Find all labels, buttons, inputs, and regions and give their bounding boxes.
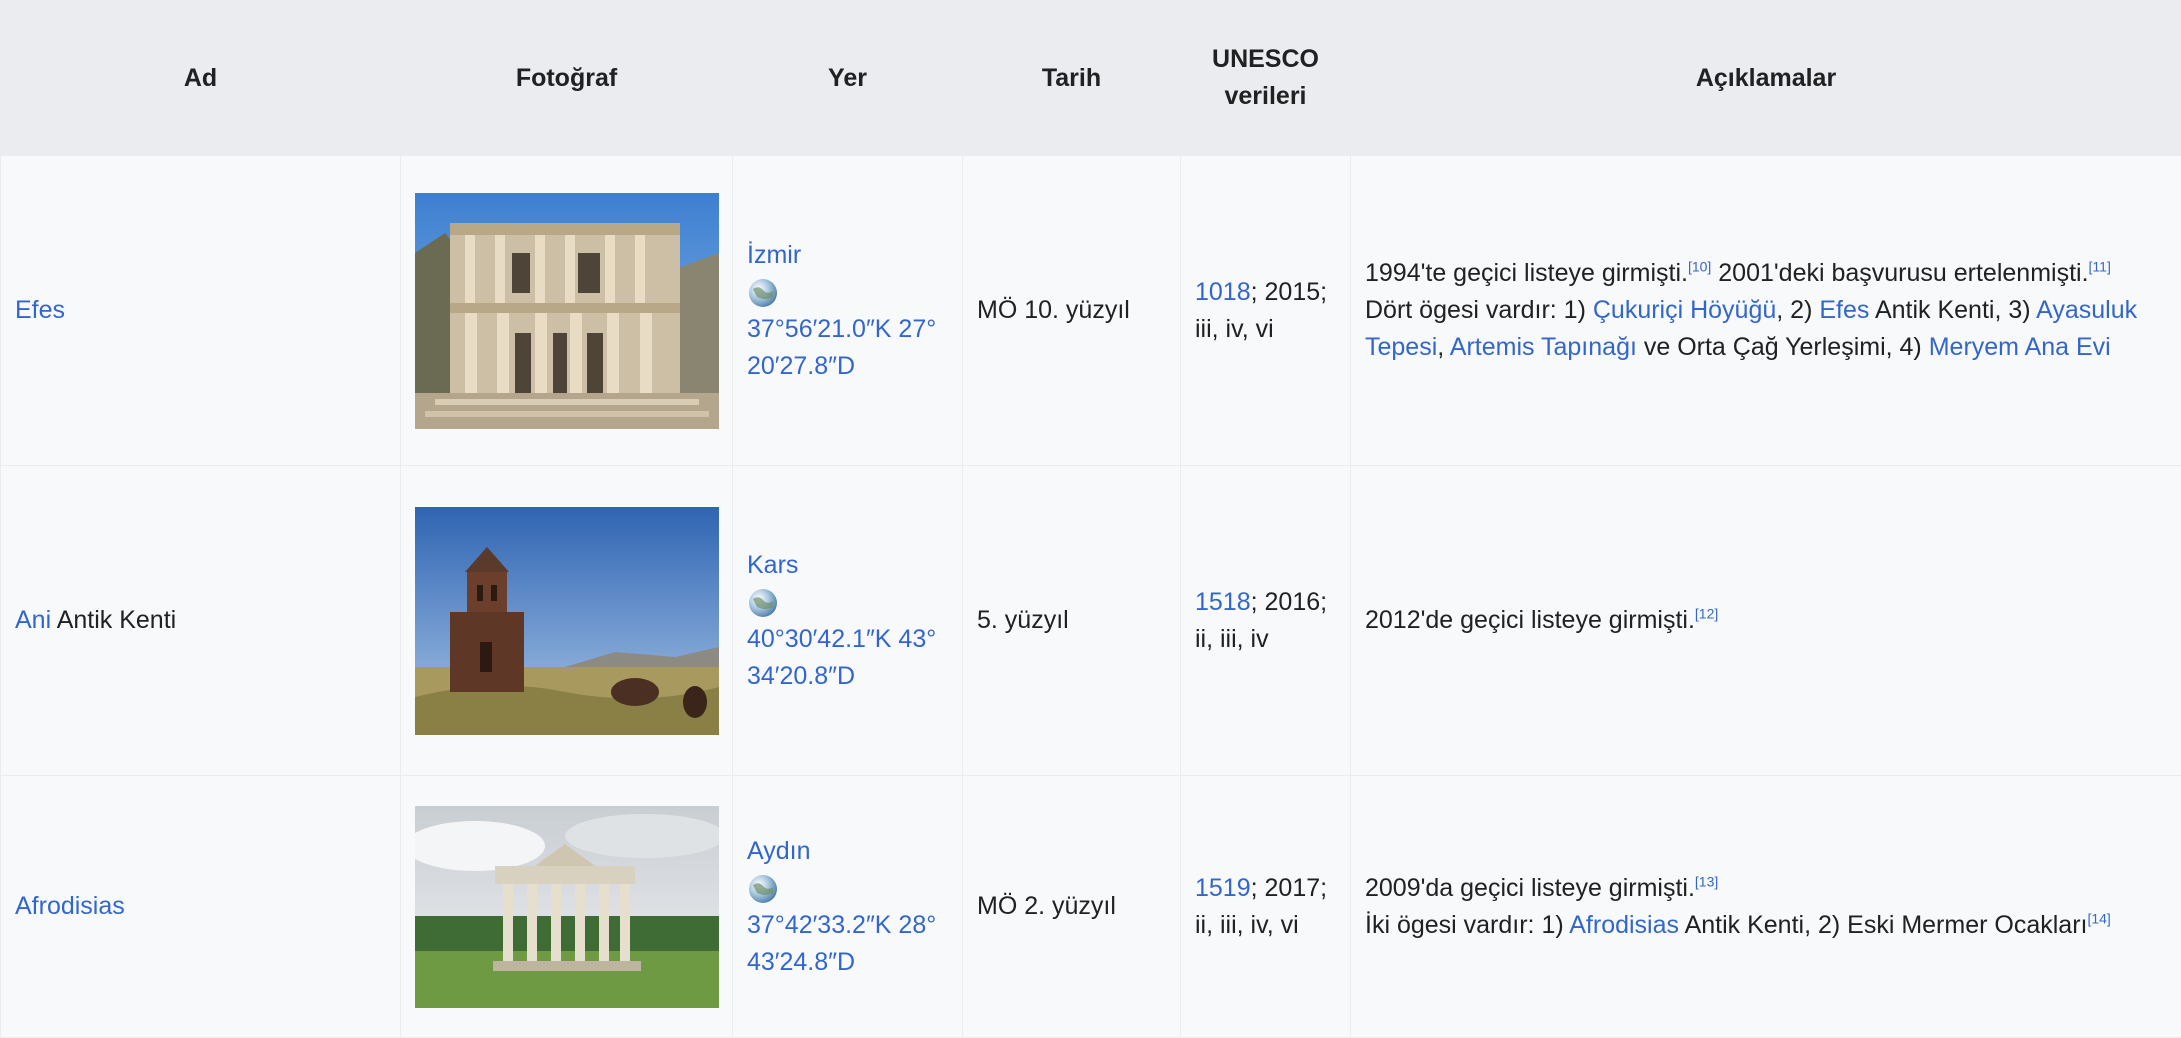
desc-link[interactable]: Artemis Tapınağı (1450, 333, 1637, 361)
desc-text: , 2) (1776, 296, 1819, 324)
header-unesco[interactable]: UNESCO verileri (1181, 1, 1351, 156)
unesco-id-link[interactable]: 1518 (1195, 588, 1251, 616)
reference-link[interactable]: [12] (1695, 606, 1718, 622)
desc-text: İki ögesi vardır: 1) (1365, 911, 1569, 939)
location-cell: Kars 40°30′42.1″K 43° 34′20.8″D (733, 466, 963, 776)
unesco-year: ; 2017; (1251, 874, 1327, 902)
desc-text: Antik Kenti, 2) Eski Mermer Ocakları (1679, 911, 2087, 939)
header-ad[interactable]: Ad (1, 1, 401, 156)
header-tarih[interactable]: Tarih (963, 1, 1181, 156)
name-link[interactable]: Efes (15, 296, 65, 324)
reference-link[interactable]: [14] (2087, 910, 2110, 926)
unesco-cell: 1519; 2017; ii, iii, iv, vi (1181, 776, 1351, 1038)
header-yer[interactable]: Yer (733, 1, 963, 156)
location-link[interactable]: Aydın (747, 837, 810, 865)
name-cell: Ani Antik Kenti (1, 466, 401, 776)
coordinates-line2: 43′24.8″D (747, 948, 855, 976)
name-rest: Antik Kenti (51, 606, 176, 634)
unesco-id-link[interactable]: 1519 (1195, 874, 1251, 902)
unesco-criteria: ii, iii, iv, vi (1195, 911, 1299, 939)
tetrapylon-photo[interactable] (415, 806, 719, 1008)
date-cell: MÖ 2. yüzyıl (963, 776, 1181, 1038)
desc-link[interactable]: Afrodisias (1569, 911, 1679, 939)
coordinates-line1: 40°30′42.1″K 43° (747, 625, 936, 653)
reference-link[interactable]: [10] (1688, 259, 1711, 275)
header-fotograf[interactable]: Fotoğraf (401, 1, 733, 156)
coordinates-line1: 37°42′33.2″K 28° (747, 911, 936, 939)
name-link[interactable]: Ani (15, 606, 51, 634)
coordinates-link[interactable]: 37°42′33.2″K 28° 43′24.8″D (747, 911, 936, 976)
location-cell: İzmir 37°56′21.0″K 27° 20′27.8″D (733, 156, 963, 466)
desc-text: 2009'da geçici listeye girmişti. (1365, 874, 1695, 902)
coordinates-line1: 37°56′21.0″K 27° (747, 315, 936, 343)
coordinates-link[interactable]: 40°30′42.1″K 43° 34′20.8″D (747, 625, 936, 690)
reference-link[interactable]: [13] (1695, 873, 1718, 889)
unesco-cell: 1018; 2015; iii, iv, vi (1181, 156, 1351, 466)
header-aciklamalar[interactable]: Açıklamalar (1351, 1, 2181, 156)
unesco-id-link[interactable]: 1018 (1195, 278, 1251, 306)
unesco-year: ; 2016; (1251, 588, 1327, 616)
table-row: Efes (1, 156, 2181, 466)
name-link[interactable]: Afrodisias (15, 892, 125, 920)
unesco-criteria: iii, iv, vi (1195, 315, 1274, 343)
unesco-cell: 1518; 2016; ii, iii, iv (1181, 466, 1351, 776)
photo-cell (401, 156, 733, 466)
globe-icon[interactable] (747, 873, 779, 905)
location-link[interactable]: Kars (747, 551, 798, 579)
desc-link[interactable]: Çukuriçi Höyüğü (1593, 296, 1776, 324)
desc-link[interactable]: Meryem Ana Evi (1929, 333, 2111, 361)
heritage-table: Ad Fotoğraf Yer Tarih UNESCO verileri Açı… (0, 0, 2181, 1038)
desc-text: , (1437, 333, 1450, 361)
desc-text: ve Orta Çağ Yerleşimi, 4) (1637, 333, 1929, 361)
location-cell: Aydın 37°42′33.2″K 28° 43′24.8″D (733, 776, 963, 1038)
photo-cell (401, 466, 733, 776)
desc-text: 2012'de geçici listeye girmişti. (1365, 606, 1695, 634)
coordinates-line2: 20′27.8″D (747, 352, 855, 380)
name-cell: Efes (1, 156, 401, 466)
desc-link[interactable]: Efes (1819, 296, 1869, 324)
desc-text: 1994'te geçici listeye girmişti. (1365, 259, 1688, 287)
coordinates-link[interactable]: 37°56′21.0″K 27° 20′27.8″D (747, 315, 936, 380)
table-row: Ani Antik Kenti (1, 466, 2181, 776)
library-of-celsus-photo[interactable] (415, 193, 719, 429)
desc-text: 2001'deki başvurusu ertelenmişti. (1711, 259, 2088, 287)
unesco-criteria: ii, iii, iv (1195, 625, 1269, 653)
desc-text: Dört ögesi vardır: 1) (1365, 296, 1593, 324)
coordinates-line2: 34′20.8″D (747, 662, 855, 690)
unesco-year: ; 2015; (1251, 278, 1327, 306)
header-unesco-line1: UNESCO (1212, 45, 1319, 73)
name-cell: Afrodisias (1, 776, 401, 1038)
description-cell: 2012'de geçici listeye girmişti.[12] (1351, 466, 2181, 776)
date-cell: MÖ 10. yüzyıl (963, 156, 1181, 466)
reference-link[interactable]: [11] (2089, 259, 2111, 275)
date-cell: 5. yüzyıl (963, 466, 1181, 776)
globe-icon[interactable] (747, 277, 779, 309)
header-row: Ad Fotoğraf Yer Tarih UNESCO verileri Açı… (1, 1, 2181, 156)
globe-icon[interactable] (747, 587, 779, 619)
ani-cathedral-photo[interactable] (415, 507, 719, 735)
desc-text: Antik Kenti, 3) (1869, 296, 2036, 324)
location-link[interactable]: İzmir (747, 241, 801, 269)
description-cell: 1994'te geçici listeye girmişti.[10] 200… (1351, 156, 2181, 466)
table-row: Afrodisias (1, 776, 2181, 1038)
description-cell: 2009'da geçici listeye girmişti.[13] İki … (1351, 776, 2181, 1038)
photo-cell (401, 776, 733, 1038)
header-unesco-line2: verileri (1224, 82, 1306, 110)
